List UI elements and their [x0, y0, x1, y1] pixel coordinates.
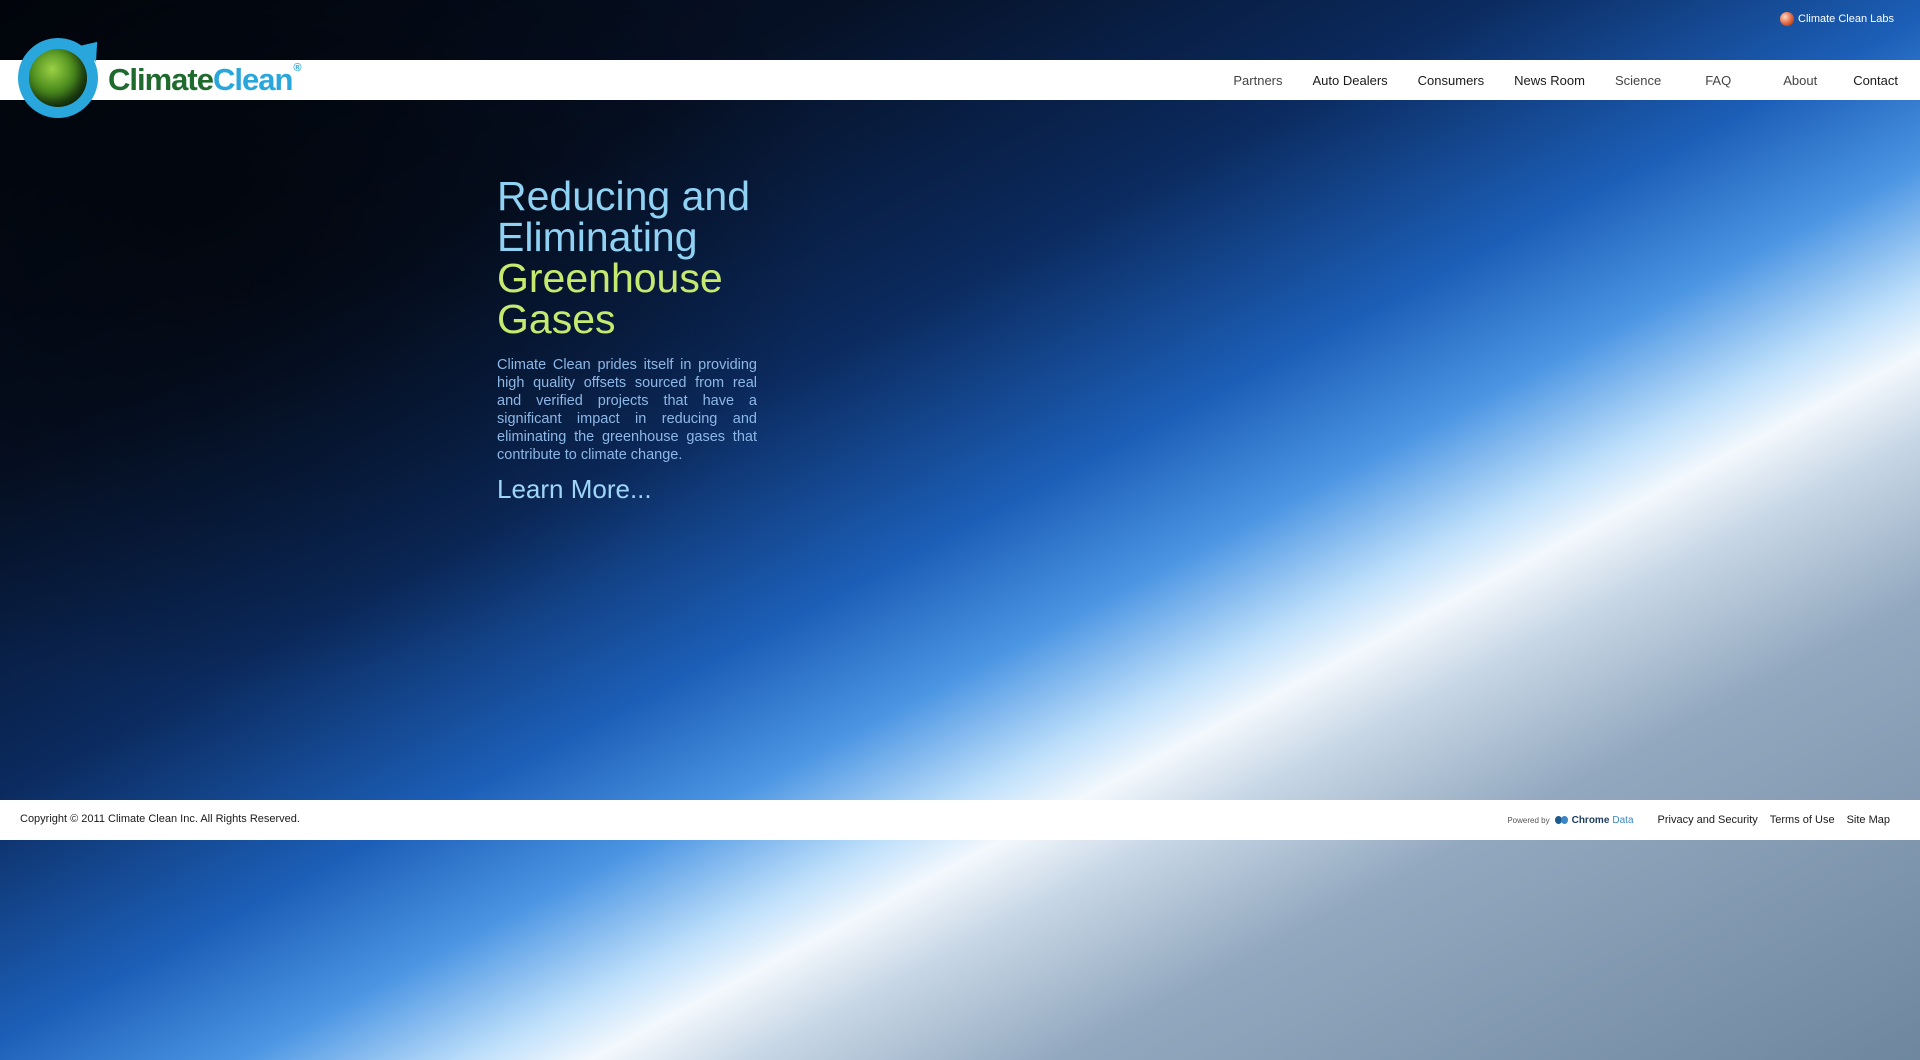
hero-description: Climate Clean prides itself in providing… — [497, 357, 757, 463]
footer-links: Powered by Chrome Data Privacy and Secur… — [1507, 800, 1890, 840]
hero-title-line3: Greenhouse — [497, 255, 723, 301]
labs-link-label: Climate Clean Labs — [1798, 13, 1894, 25]
chrome-data-word1: Chrome — [1571, 814, 1610, 826]
background-shade — [0, 0, 1920, 1060]
copyright-text: Copyright © 2011 Climate Clean Inc. All … — [20, 813, 300, 825]
hero-title-line4: Gases — [497, 296, 616, 342]
climate-clean-logo[interactable]: ClimateClean® — [18, 36, 318, 120]
main-nav: Partners Auto Dealers Consumers News Roo… — [1203, 60, 1898, 100]
nav-consumers[interactable]: Consumers — [1418, 73, 1484, 88]
logo-word-clean: Clean — [212, 62, 293, 97]
registered-mark: ® — [293, 62, 301, 74]
footer-sitemap-link[interactable]: Site Map — [1847, 814, 1890, 826]
hero-title-line2: Eliminating — [497, 214, 698, 260]
powered-by-chrome-data-link[interactable]: Powered by Chrome Data — [1507, 815, 1633, 826]
nav-about[interactable]: About — [1783, 73, 1817, 88]
nav-auto-dealers[interactable]: Auto Dealers — [1313, 73, 1388, 88]
hero-title-line1: Reducing and — [497, 173, 751, 219]
globe-arrow-icon — [18, 38, 98, 118]
logo-wordmark: ClimateClean® — [108, 62, 302, 98]
footer-privacy-link[interactable]: Privacy and Security — [1658, 814, 1758, 826]
nav-news-room[interactable]: News Room — [1514, 73, 1585, 88]
chrome-data-icon — [1554, 816, 1569, 824]
nav-contact[interactable]: Contact — [1853, 73, 1898, 88]
labs-globe-icon — [1780, 12, 1794, 26]
footer-bar: Copyright © 2011 Climate Clean Inc. All … — [0, 800, 1920, 840]
earth-icon — [29, 49, 87, 107]
nav-faq[interactable]: FAQ — [1705, 73, 1731, 88]
chrome-data-word2: Data — [1612, 814, 1634, 826]
powered-by-label: Powered by — [1507, 815, 1550, 825]
footer-terms-link[interactable]: Terms of Use — [1770, 814, 1835, 826]
climate-clean-labs-link[interactable]: Climate Clean Labs — [1780, 12, 1894, 26]
hero-title: Reducing and Eliminating Greenhouse Gase… — [497, 176, 757, 340]
nav-science[interactable]: Science — [1615, 73, 1661, 88]
logo-word-climate: Climate — [108, 62, 214, 97]
learn-more-link[interactable]: Learn More... — [497, 474, 652, 505]
nav-partners[interactable]: Partners — [1233, 73, 1282, 88]
hero-section: Reducing and Eliminating Greenhouse Gase… — [497, 176, 757, 505]
